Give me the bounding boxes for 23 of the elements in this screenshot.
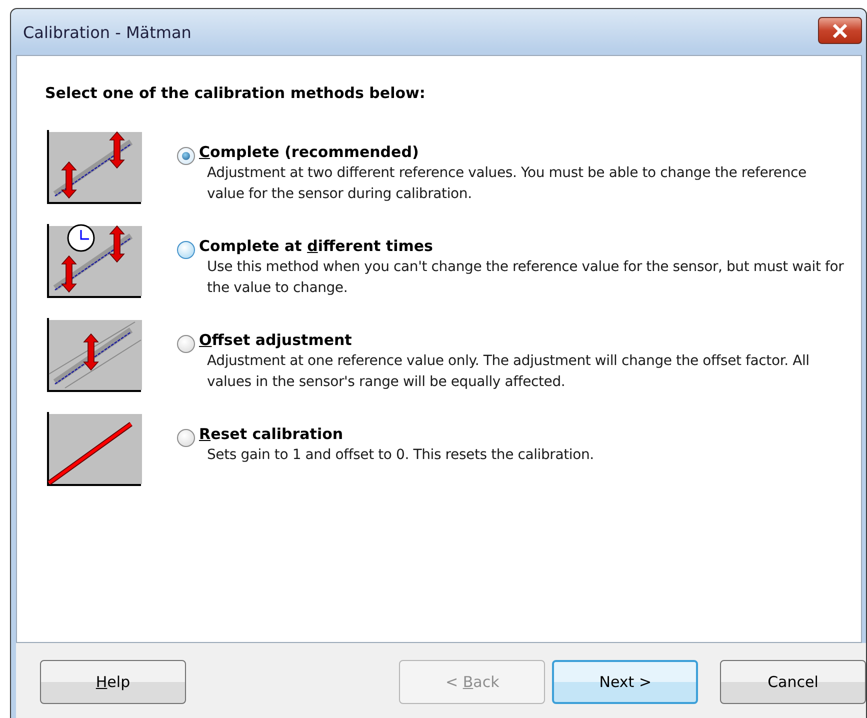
- method-description: Adjustment at two different reference values. You must be able to change the reference value for the sensor during calibration.: [207, 164, 808, 204]
- close-icon: [832, 24, 848, 38]
- radio-button[interactable]: [177, 241, 195, 259]
- method-description: Sets gain to 1 and offset to 0. This resets the calibration.: [207, 446, 595, 465]
- instruction-text: Select one of the calibration methods below:: [45, 84, 426, 102]
- chart-icon: [45, 412, 143, 488]
- chart-icon: [45, 224, 143, 300]
- method-title: Reset calibration: [199, 425, 344, 443]
- method-title: Complete (recommended): [199, 143, 420, 161]
- chart-icon: [45, 130, 143, 206]
- radio-button[interactable]: [177, 335, 195, 353]
- method-title: Complete at different times: [199, 237, 434, 255]
- radio-button[interactable]: [177, 147, 195, 165]
- method-description: Adjustment at one reference value only. The adjustment will change the offset factor. All values in the sensor's range will be equally affected.: [207, 352, 810, 392]
- close-button[interactable]: [818, 17, 862, 44]
- cancel-button[interactable]: Cancel: [720, 660, 866, 704]
- help-button[interactable]: Help: [40, 660, 186, 704]
- method-description: Use this method when you can't change the reference value for the sensor, but must wait for the value to change.: [207, 258, 845, 298]
- chart-icon: [45, 318, 143, 394]
- window-title: Calibration - Mätman: [23, 22, 192, 42]
- next-button[interactable]: Next >: [552, 660, 698, 704]
- method-title: Offset adjustment: [199, 331, 353, 349]
- radio-button[interactable]: [177, 429, 195, 447]
